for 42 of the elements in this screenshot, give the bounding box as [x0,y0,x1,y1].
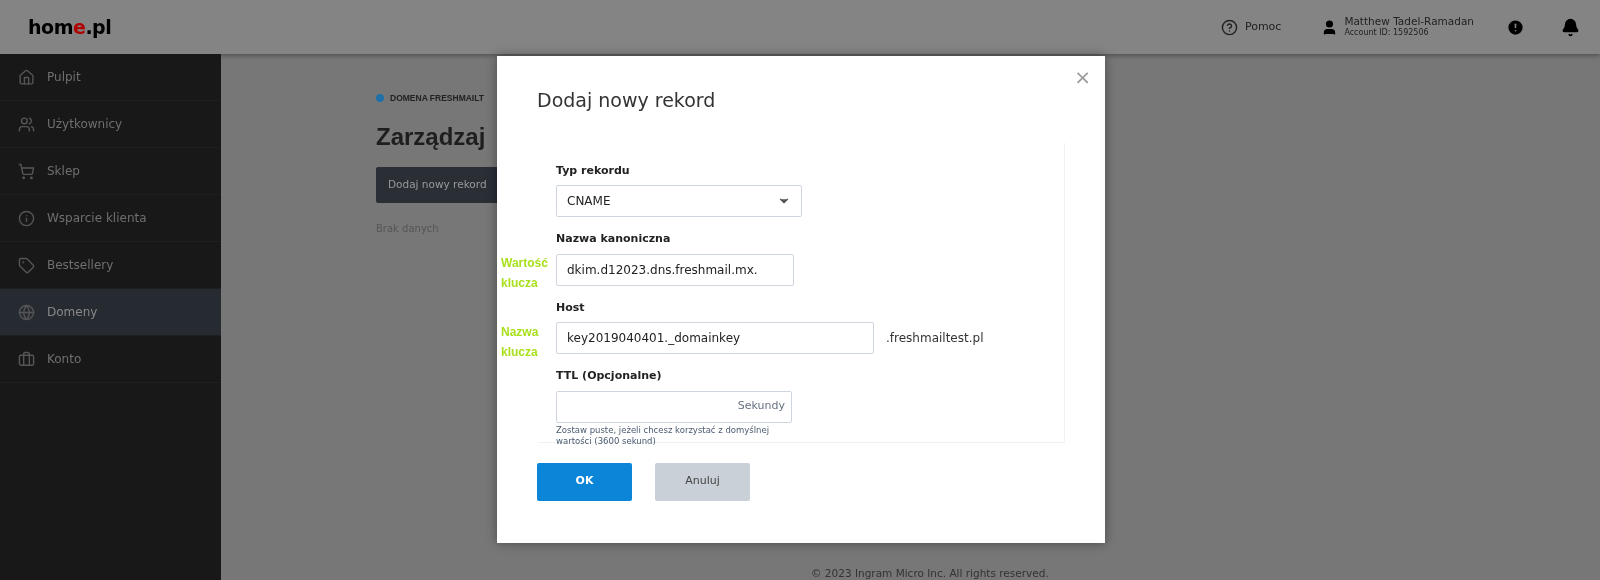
help-text: Zostaw puste, jeżeli chcesz korzystać z domyślnej wartości (3600 sekund) [556,424,771,447]
page-title: Zarządzaj [376,121,486,152]
help-link[interactable]: Pomoc [1244,18,1282,36]
tag-icon [18,256,35,274]
annotation-label: Wartość klucza [501,255,549,292]
sidebar-item[interactable]: Użytkownicy [0,101,221,148]
bell-icon[interactable] [1561,17,1580,37]
field-label: Host [556,299,586,316]
sidebar-item[interactable]: Domeny [0,289,221,336]
text-field[interactable]: dkim.d12023.dns.freshmail.mx. [556,253,794,286]
sidebar-item[interactable]: Pulpit [0,54,221,101]
text-field[interactable]: key2019040401._domainkey [556,322,874,354]
ok-button[interactable]: OK [537,462,632,501]
field-label: TTL (Opcjonalne) [556,368,663,384]
breadcrumb[interactable]: DOMENA FRESHMAILT [390,92,484,105]
domain-suffix: .freshmailtest.pl [886,330,984,347]
bullet-icon [376,94,384,103]
sidebar-item[interactable]: Konto [0,336,221,383]
user-name[interactable]: Matthew Tadel-Ramadan [1344,15,1474,27]
sidebar-item[interactable]: Sklep [0,148,221,195]
annotation-label: Nazwa klucza [501,323,540,361]
briefcase-icon [18,350,35,368]
info-icon [18,209,35,227]
record-type-select[interactable]: CNAME [556,185,802,217]
cancel-button[interactable]: Anuluj [655,462,750,501]
unit-label: Sekundy [737,398,785,415]
footer-text: © 2023 Ingram Micro Inc. All rights reserved. [811,566,1049,580]
modal-title: Dodaj nowy rekord [537,88,717,113]
help-icon[interactable] [1220,18,1238,36]
users-icon [18,115,35,133]
field-label: Nazwa kanoniczna [556,231,672,247]
home-icon [18,68,35,86]
alert-icon[interactable] [1506,17,1525,37]
field-label: Typ rekordu [556,162,631,179]
logo[interactable]: home.pl [28,12,112,42]
sidebar-item[interactable]: Wsparcie klienta [0,195,221,242]
account-id: Account ID: 1592506 [1344,27,1430,39]
add-record-button[interactable]: Dodaj nowy rekord [376,166,499,203]
globe-icon [18,303,35,321]
ttl-field[interactable]: Sekundy [556,390,792,423]
close-button[interactable]: × [1074,62,1091,92]
cart-icon [18,162,35,180]
